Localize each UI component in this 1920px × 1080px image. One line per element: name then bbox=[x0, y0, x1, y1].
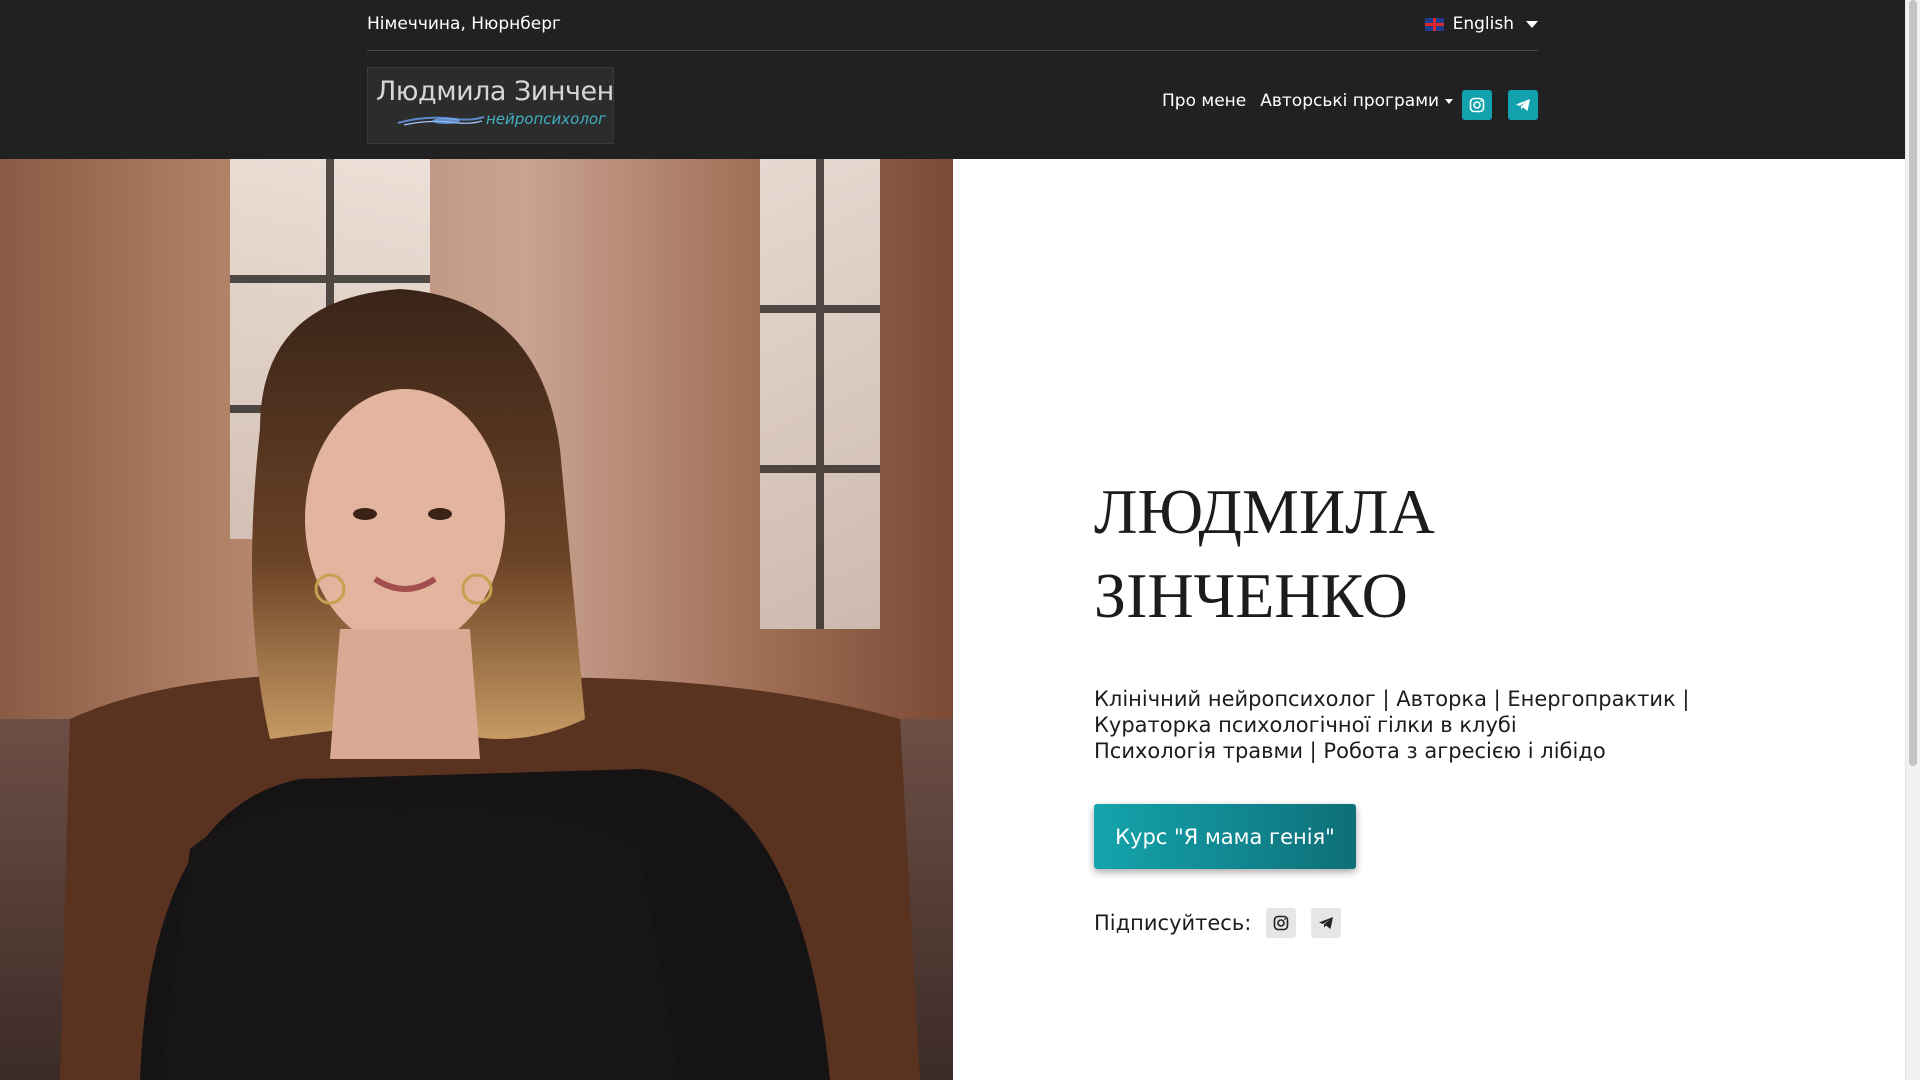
telegram-icon bbox=[1516, 99, 1530, 111]
logo-subtitle: нейропсихолог bbox=[486, 110, 606, 128]
portrait-image bbox=[0, 159, 953, 1080]
uk-flag-icon bbox=[1424, 17, 1444, 31]
language-selector[interactable]: English bbox=[1424, 14, 1538, 34]
top-bar: Німеччина, Нюрнберг English bbox=[367, 0, 1538, 51]
course-button[interactable]: Курс "Я мама генія" bbox=[1094, 804, 1356, 869]
instagram-icon bbox=[1469, 97, 1485, 113]
logo-swoosh-icon bbox=[397, 116, 485, 126]
telegram-icon bbox=[1319, 917, 1334, 929]
hero-content: ЛЮДМИЛА ЗІНЧЕНКО Клінічний нейропсихолог… bbox=[1094, 470, 1794, 938]
page-scrollbar[interactable] bbox=[1905, 0, 1920, 1080]
telegram-button[interactable] bbox=[1508, 90, 1538, 120]
instagram-icon bbox=[1273, 915, 1289, 931]
subtitle-line-1: Клінічний нейропсихолог | Авторка | Енер… bbox=[1094, 687, 1690, 711]
chevron-down-icon bbox=[1526, 20, 1538, 28]
instagram-button[interactable] bbox=[1462, 90, 1492, 120]
main-nav: Про мене Авторські програми bbox=[1162, 91, 1467, 111]
subscribe-telegram-button[interactable] bbox=[1311, 908, 1342, 938]
caret-down-icon bbox=[1445, 98, 1454, 104]
hero-name-line1: ЛЮДМИЛА bbox=[1094, 476, 1435, 547]
site-logo[interactable]: Людмила Зинченко нейропсихолог bbox=[367, 67, 614, 144]
hero-subtitle: Клінічний нейропсихолог | Авторка | Енер… bbox=[1094, 686, 1794, 764]
location-text: Німеччина, Нюрнберг bbox=[367, 14, 561, 34]
subtitle-line-3: Психологія травми | Робота з агресією і … bbox=[1094, 739, 1606, 763]
subtitle-line-2: Кураторка психологічної гілки в клубі bbox=[1094, 713, 1517, 737]
hero-name: ЛЮДМИЛА ЗІНЧЕНКО bbox=[1094, 470, 1794, 638]
scrollbar-thumb[interactable] bbox=[1909, 0, 1917, 766]
language-label: English bbox=[1452, 14, 1514, 34]
nav-item-about[interactable]: Про мене bbox=[1162, 91, 1246, 111]
subscribe-row: Підписуйтесь: bbox=[1094, 908, 1794, 938]
hero-name-line2: ЗІНЧЕНКО bbox=[1094, 560, 1408, 631]
hero-photo bbox=[0, 159, 953, 1080]
nav-item-programs[interactable]: Авторські програми bbox=[1260, 91, 1454, 111]
site-header: Німеччина, Нюрнберг English Людмила Зинч… bbox=[0, 0, 1905, 159]
subscribe-label: Підписуйтесь: bbox=[1094, 911, 1252, 935]
nav-item-programs-label: Авторські програми bbox=[1260, 91, 1440, 111]
subscribe-instagram-button[interactable] bbox=[1266, 908, 1297, 938]
logo-title: Людмила Зинченко bbox=[376, 76, 614, 107]
